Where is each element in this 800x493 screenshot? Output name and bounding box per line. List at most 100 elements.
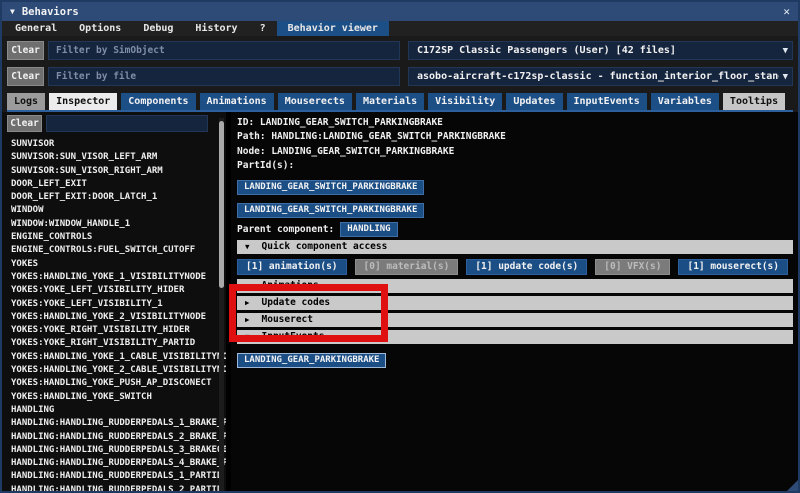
list-item[interactable]: WINDOW:WINDOW_HANDLE_1 [7, 218, 226, 231]
collapse-arrow-icon[interactable]: ▼ [10, 7, 15, 16]
node-filter-row: Clear [7, 115, 226, 132]
section-quick-component-access[interactable]: ▼ Quick component access [237, 239, 793, 254]
partid-chip[interactable]: LANDING_GEAR_SWITCH_PARKINGBRAKE [237, 202, 425, 218]
quick-access-button[interactable]: [0] material(s) [354, 258, 459, 275]
quick-access-button[interactable]: [0] VFX(s) [595, 258, 671, 275]
tab[interactable]: Animations [199, 93, 274, 110]
section-input-events[interactable]: ▼ InputEvents [237, 329, 793, 344]
list-item[interactable]: YOKES:HANDLING_YOKE_1_VISIBILITYNODE [7, 271, 226, 284]
tab[interactable]: Logs [7, 93, 46, 110]
inspector-panel: ID: LANDING_GEAR_SWITCH_PARKINGBRAKE Pat… [231, 112, 798, 491]
section-mouserect[interactable]: ▶ Mouserect [237, 312, 793, 327]
quick-access-button[interactable]: [1] update code(s) [466, 258, 588, 275]
title-bar[interactable]: ▼ Behaviors ✕ [2, 2, 798, 21]
parent-component-label: Parent component: [237, 223, 335, 235]
list-item[interactable]: YOKES:YOKE_RIGHT_VISIBILITY_HIDER [7, 324, 226, 337]
menu-item[interactable]: General [4, 21, 68, 36]
section-collapsed-icon: ▶ [245, 315, 250, 325]
tab[interactable]: Inspector [49, 93, 118, 110]
section-expanded-icon: ▼ [245, 332, 250, 342]
section-title: Quick component access [261, 241, 388, 253]
simobject-filter-input[interactable] [48, 41, 400, 60]
tab[interactable]: Components [121, 93, 196, 110]
partid-chips: LANDING_GEAR_SWITCH_PARKINGBRAKE LANDING_… [237, 174, 793, 220]
toolbar: Clear C172SP Classic Passengers (User) [… [2, 36, 798, 112]
simobject-dropdown[interactable]: C172SP Classic Passengers (User) [42 fil… [408, 41, 793, 60]
file-dropdown[interactable]: asobo-aircraft-c172sp-classic - function… [408, 67, 793, 86]
tab[interactable]: Updates [506, 93, 563, 110]
list-item[interactable]: YOKES [7, 258, 226, 271]
list-item[interactable]: DOOR_LEFT_EXIT [7, 178, 226, 191]
quick-access-buttons: [1] animation(s) [0] material(s) [1] updat… [237, 258, 793, 275]
tab[interactable]: Mouserects [277, 93, 352, 110]
list-item[interactable]: YOKES:YOKE_LEFT_VISIBILITY_HIDER [7, 284, 226, 297]
file-filter-row: Clear asobo-aircraft-c172sp-classic - fu… [7, 67, 793, 86]
list-item[interactable]: ENGINE_CONTROLS [7, 231, 226, 244]
tab[interactable]: Variables [650, 93, 719, 110]
clear-simobject-filter-button[interactable]: Clear [7, 41, 44, 60]
section-title: InputEvents [261, 331, 325, 343]
node-list: SUNVISOR SUNVISOR:SUN_VISOR_LEFT_ARM SUNVI… [7, 136, 226, 491]
tab-strip: Logs Inspector Components Animations Mousere… [7, 93, 793, 110]
menu-item[interactable]: Behavior viewer [276, 21, 389, 36]
partids-label: PartId(s): [237, 160, 295, 172]
node-line: Node: LANDING_GEAR_SWITCH_PARKINGBRAKE [237, 145, 455, 157]
quick-access-button[interactable]: [1] mouserect(s) [678, 258, 788, 275]
list-item[interactable]: YOKES:HANDLING_YOKE_2_CABLE_VISIBILITYNO… [7, 364, 226, 377]
close-icon[interactable]: ✕ [783, 5, 790, 18]
section-title: Update codes [261, 297, 331, 309]
list-item[interactable]: HANDLING:HANDLING_RUDDERPEDALS_2_BRAKE_P… [7, 431, 226, 444]
parent-component-chip[interactable]: HANDLING [340, 221, 398, 237]
section-title: Animations [261, 280, 319, 292]
menu-item[interactable]: ? [249, 21, 277, 36]
section-collapsed-icon: ▶ [245, 298, 250, 308]
menu-bar: General Options Debug History? Behavior view… [2, 21, 798, 36]
list-item[interactable]: HANDLING:HANDLING_RUDDERPEDALS_2_PARTID [7, 484, 226, 491]
section-expanded-icon: ▼ [245, 242, 250, 252]
chevron-down-icon: ▼ [782, 45, 788, 56]
list-item[interactable]: YOKES:HANDLING_YOKE_1_CABLE_VISIBILITYNO… [7, 351, 226, 364]
list-item[interactable]: HANDLING:HANDLING_RUDDERPEDALS_1_PARTID [7, 470, 226, 483]
list-item[interactable]: YOKES:YOKE_RIGHT_VISIBILITY_PARTID [7, 337, 226, 350]
clear-file-filter-button[interactable]: Clear [7, 67, 44, 86]
menu-item[interactable]: Options [68, 21, 132, 36]
partid-chip[interactable]: LANDING_GEAR_SWITCH_PARKINGBRAKE [237, 179, 425, 195]
section-animations[interactable]: ▶ Animations [237, 278, 793, 293]
tab[interactable]: Tooltips [722, 93, 786, 110]
tab[interactable]: Materials [355, 93, 425, 110]
list-item[interactable]: ENGINE_CONTROLS:FUEL_SWITCH_CUTOFF [7, 244, 226, 257]
list-item[interactable]: HANDLING [7, 404, 226, 417]
content-area: Clear SUNVISOR SUNVISOR:SUN_VISOR_LEFT_AR… [2, 112, 798, 491]
node-list-panel: Clear SUNVISOR SUNVISOR:SUN_VISOR_LEFT_AR… [2, 112, 226, 491]
quick-access-button[interactable]: [1] animation(s) [237, 258, 347, 275]
tab[interactable]: InputEvents [566, 93, 647, 110]
section-collapsed-icon: ▶ [245, 281, 250, 291]
list-item[interactable]: YOKES:HANDLING_YOKE_PUSH_AP_DISCONECT [7, 377, 226, 390]
window-title: Behaviors [21, 5, 79, 18]
clear-node-filter-button[interactable]: Clear [7, 115, 42, 132]
list-item[interactable]: YOKES:YOKE_LEFT_VISIBILITY_1 [7, 298, 226, 311]
chevron-down-icon: ▼ [782, 71, 788, 82]
list-item[interactable]: HANDLING:HANDLING_RUDDERPEDALS_1_BRAKE_P… [7, 417, 226, 430]
list-item[interactable]: YOKES:HANDLING_YOKE_SWITCH [7, 391, 226, 404]
list-item[interactable]: YOKES:HANDLING_YOKE_2_VISIBILITYNODE [7, 311, 226, 324]
file-filter-input[interactable] [48, 67, 400, 86]
list-item[interactable]: WINDOW [7, 204, 226, 217]
menu-item[interactable]: Debug [132, 21, 184, 36]
tab[interactable]: Visibility [428, 93, 503, 110]
list-item[interactable]: SUNVISOR:SUN_VISOR_LEFT_ARM [7, 151, 226, 164]
resize-grip-icon[interactable] [787, 480, 798, 491]
list-item[interactable]: DOOR_LEFT_EXIT:DOOR_LATCH_1 [7, 191, 226, 204]
list-item[interactable]: SUNVISOR [7, 138, 226, 151]
list-item[interactable]: HANDLING:HANDLING_RUDDERPEDALS_4_BRAKE_P… [7, 457, 226, 470]
input-event-chip[interactable]: LANDING_GEAR_PARKINGBRAKE [237, 352, 387, 368]
list-item[interactable]: SUNVISOR:SUN_VISOR_RIGHT_ARM [7, 165, 226, 178]
file-dropdown-value: asobo-aircraft-c172sp-classic - function… [417, 71, 779, 82]
section-update-codes[interactable]: ▶ Update codes [237, 295, 793, 310]
simobject-filter-row: Clear C172SP Classic Passengers (User) [… [7, 41, 793, 60]
input-events-list: LANDING_GEAR_PARKINGBRAKE [237, 347, 793, 370]
node-filter-input[interactable] [46, 115, 208, 132]
scrollbar-thumb[interactable] [219, 121, 224, 288]
menu-item[interactable]: History [184, 21, 248, 36]
list-item[interactable]: HANDLING:HANDLING_RUDDERPEDALS_3_BRAKE00… [7, 444, 226, 457]
